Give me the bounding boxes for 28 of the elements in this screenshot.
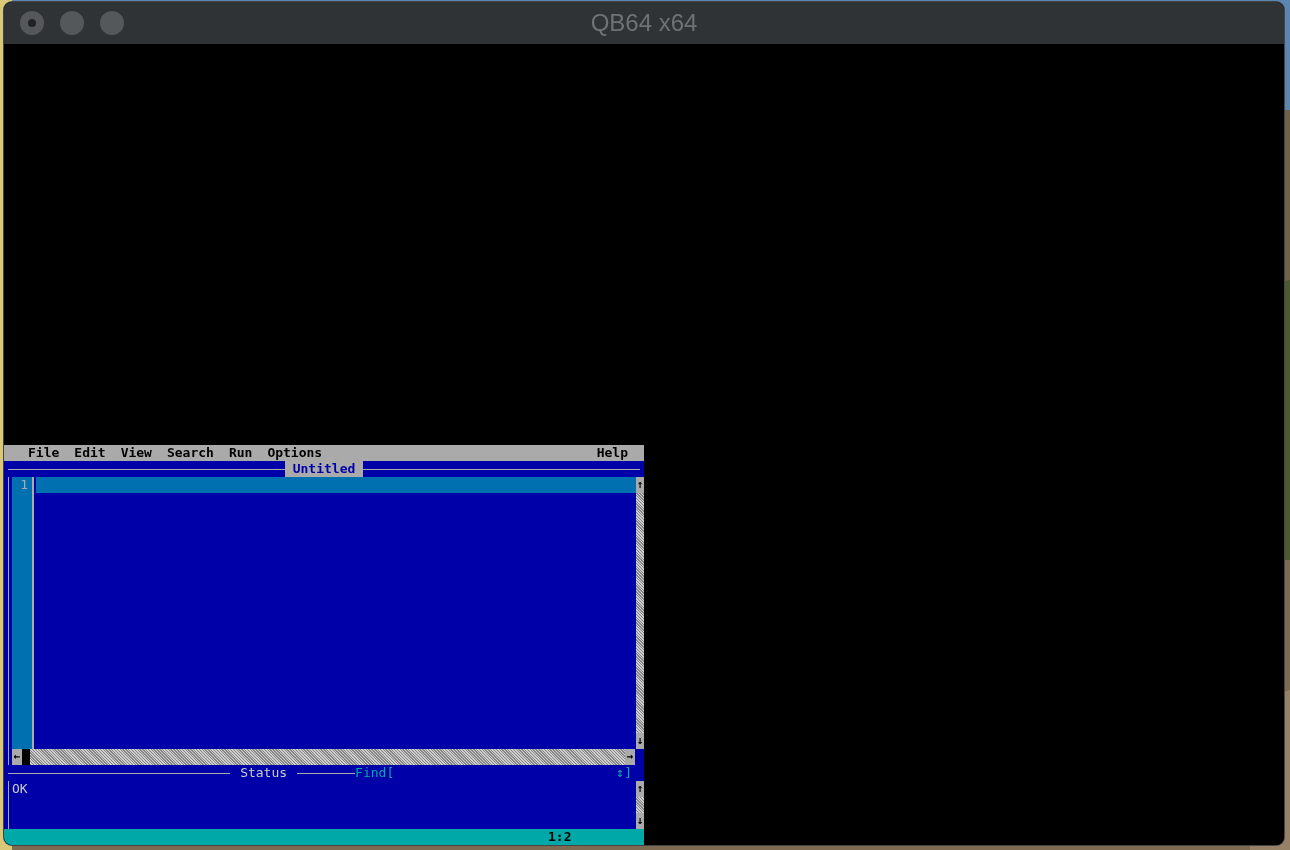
status-title: Status (239, 765, 289, 781)
scrollbar[interactable]: ↑ ↓ (636, 781, 644, 829)
menu-item[interactable]: File (28, 445, 60, 461)
status-message: OK (12, 781, 28, 796)
menu-item[interactable]: View (120, 445, 152, 461)
line-number: 1 (20, 477, 28, 493)
minimize-button[interactable] (60, 11, 84, 35)
scrollbar[interactable]: ↑ ↓ (636, 477, 644, 749)
scrollbar[interactable]: ← → (12, 749, 635, 765)
scroll-up-button[interactable]: ↑ (636, 781, 644, 797)
scroll-down-button[interactable]: ↓ (636, 733, 644, 749)
scroll-up-button[interactable]: ↑ (636, 477, 644, 493)
menu-item[interactable]: Edit (74, 445, 106, 461)
scroll-down-button[interactable]: ↓ (636, 813, 644, 829)
file-title: Untitled (284, 461, 364, 477)
close-button[interactable] (20, 11, 44, 35)
find-toggle[interactable]: ↕] (616, 765, 632, 781)
find-label: Find[ (355, 765, 395, 781)
menu-item[interactable]: Run (228, 445, 253, 461)
menu-item[interactable]: Search (166, 445, 214, 461)
window-title: QB64 x64 (590, 9, 698, 37)
scroll-left-button[interactable]: ← (12, 749, 22, 765)
zoom-button[interactable] (100, 11, 124, 35)
scroll-thumb[interactable] (22, 749, 30, 765)
scroll-right-button[interactable]: → (625, 749, 635, 765)
menu-item[interactable]: Options (267, 445, 323, 461)
cursor-position: 1:2 (548, 829, 572, 845)
help-menu[interactable]: Help (596, 445, 628, 461)
